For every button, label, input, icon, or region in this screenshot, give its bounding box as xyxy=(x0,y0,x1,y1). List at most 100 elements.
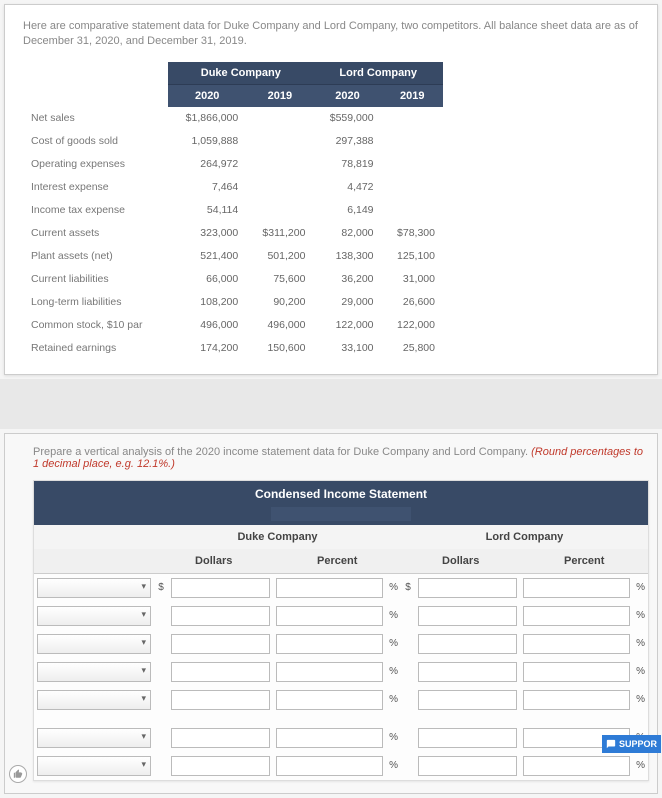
table-row: Cost of goods sold1,059,888297,388 xyxy=(23,129,443,152)
lord-dollars-input[interactable] xyxy=(418,690,517,710)
percent-sign: % xyxy=(633,686,648,714)
dollar-sign xyxy=(401,658,415,686)
duke-dollars-input[interactable] xyxy=(171,634,270,654)
percent-sign: % xyxy=(386,724,401,752)
lord-2019-val: 122,000 xyxy=(382,313,443,336)
percent-sign: % xyxy=(386,752,401,780)
cis-duke-header: Duke Company xyxy=(154,525,401,549)
duke-percent-input[interactable] xyxy=(276,690,383,710)
lord-2020-val: $559,000 xyxy=(313,107,381,130)
duke-percent-input[interactable] xyxy=(276,634,383,654)
lord-header: Lord Company xyxy=(313,62,443,85)
duke-percent-input[interactable] xyxy=(276,662,383,682)
duke-2020-val: 7,464 xyxy=(168,175,246,198)
duke-percent-input[interactable] xyxy=(276,578,383,598)
lord-percent-input[interactable] xyxy=(523,634,630,654)
cis-input-row: %% xyxy=(34,752,648,780)
dollar-sign xyxy=(154,602,168,630)
line-item-dropdown[interactable] xyxy=(37,634,151,654)
lord-2019: 2019 xyxy=(382,84,443,107)
row-label: Net sales xyxy=(23,107,168,130)
percent-sign: % xyxy=(386,602,401,630)
row-label: Long-term liabilities xyxy=(23,290,168,313)
lord-dollars-input[interactable] xyxy=(418,606,517,626)
row-label: Operating expenses xyxy=(23,152,168,175)
table-row: Retained earnings174,200150,60033,10025,… xyxy=(23,336,443,359)
duke-2019-val xyxy=(246,152,313,175)
line-item-dropdown[interactable] xyxy=(37,756,151,776)
panel-gap xyxy=(0,379,662,429)
lord-2019-val: 31,000 xyxy=(382,267,443,290)
dollar-sign xyxy=(401,630,415,658)
cis-input-row: %% xyxy=(34,630,648,658)
duke-2019-val: 501,200 xyxy=(246,244,313,267)
lord-2020-val: 29,000 xyxy=(313,290,381,313)
duke-dollars-input[interactable] xyxy=(171,578,270,598)
lord-2020-val: 6,149 xyxy=(313,198,381,221)
line-item-dropdown[interactable] xyxy=(37,662,151,682)
table-row: Interest expense7,4644,472 xyxy=(23,175,443,198)
duke-2020-val: 1,059,888 xyxy=(168,129,246,152)
row-label: Retained earnings xyxy=(23,336,168,359)
lord-dollars-input[interactable] xyxy=(418,728,517,748)
table-row: Current assets323,000$311,20082,000$78,3… xyxy=(23,221,443,244)
dollar-sign xyxy=(154,724,168,752)
duke-2020-val: 323,000 xyxy=(168,221,246,244)
lord-2020: 2020 xyxy=(313,84,381,107)
duke-dollars-input[interactable] xyxy=(171,662,270,682)
table-row: Operating expenses264,97278,819 xyxy=(23,152,443,175)
instruction-main: Prepare a vertical analysis of the 2020 … xyxy=(33,446,531,458)
comparative-table: Duke Company Lord Company 2020 2019 2020… xyxy=(23,62,443,360)
duke-percent-input[interactable] xyxy=(276,756,383,776)
table-row: Common stock, $10 par496,000496,000122,0… xyxy=(23,313,443,336)
percent-sign: % xyxy=(633,602,648,630)
table-row: Net sales$1,866,000$559,000 xyxy=(23,107,443,130)
row-label: Common stock, $10 par xyxy=(23,313,168,336)
dollar-sign xyxy=(401,752,415,780)
duke-2020-val: 496,000 xyxy=(168,313,246,336)
lord-percent-input[interactable] xyxy=(523,578,630,598)
lord-2019-val xyxy=(382,152,443,175)
line-item-dropdown[interactable] xyxy=(37,578,151,598)
lord-2020-val: 78,819 xyxy=(313,152,381,175)
duke-2019-val xyxy=(246,107,313,130)
percent-sign: % xyxy=(633,658,648,686)
lord-percent-input[interactable] xyxy=(523,756,630,776)
lord-2019-val xyxy=(382,198,443,221)
dollar-sign: $ xyxy=(154,573,168,602)
lord-dollars-input[interactable] xyxy=(418,578,517,598)
duke-dollars-input[interactable] xyxy=(171,606,270,626)
duke-percent-input[interactable] xyxy=(276,728,383,748)
lord-percent-header: Percent xyxy=(520,549,648,574)
cis-lord-header: Lord Company xyxy=(401,525,648,549)
lord-percent-input[interactable] xyxy=(523,690,630,710)
duke-dollars-input[interactable] xyxy=(171,728,270,748)
duke-dollars-input[interactable] xyxy=(171,690,270,710)
duke-percent-input[interactable] xyxy=(276,606,383,626)
row-label: Plant assets (net) xyxy=(23,244,168,267)
duke-dollars-input[interactable] xyxy=(171,756,270,776)
lord-dollars-input[interactable] xyxy=(418,662,517,682)
cis-input-row: %% xyxy=(34,724,648,752)
percent-sign: % xyxy=(633,573,648,602)
line-item-dropdown[interactable] xyxy=(37,690,151,710)
duke-2019-val xyxy=(246,175,313,198)
cis-input-table: Duke Company Lord Company Dollars Percen… xyxy=(34,525,648,780)
dollar-sign xyxy=(401,686,415,714)
duke-2019-val: 150,600 xyxy=(246,336,313,359)
lord-percent-input[interactable] xyxy=(523,662,630,682)
lord-dollars-input[interactable] xyxy=(418,634,517,654)
duke-percent-header: Percent xyxy=(273,549,401,574)
lord-dollars-input[interactable] xyxy=(418,756,517,776)
lord-2020-val: 138,300 xyxy=(313,244,381,267)
thumbs-up-icon[interactable] xyxy=(9,765,27,783)
row-label: Current liabilities xyxy=(23,267,168,290)
line-item-dropdown[interactable] xyxy=(37,728,151,748)
duke-2020-val: 66,000 xyxy=(168,267,246,290)
line-item-dropdown[interactable] xyxy=(37,606,151,626)
duke-dollars-header: Dollars xyxy=(154,549,273,574)
lord-2019-val xyxy=(382,175,443,198)
percent-sign: % xyxy=(633,752,648,780)
lord-percent-input[interactable] xyxy=(523,606,630,626)
lord-2019-val: $78,300 xyxy=(382,221,443,244)
